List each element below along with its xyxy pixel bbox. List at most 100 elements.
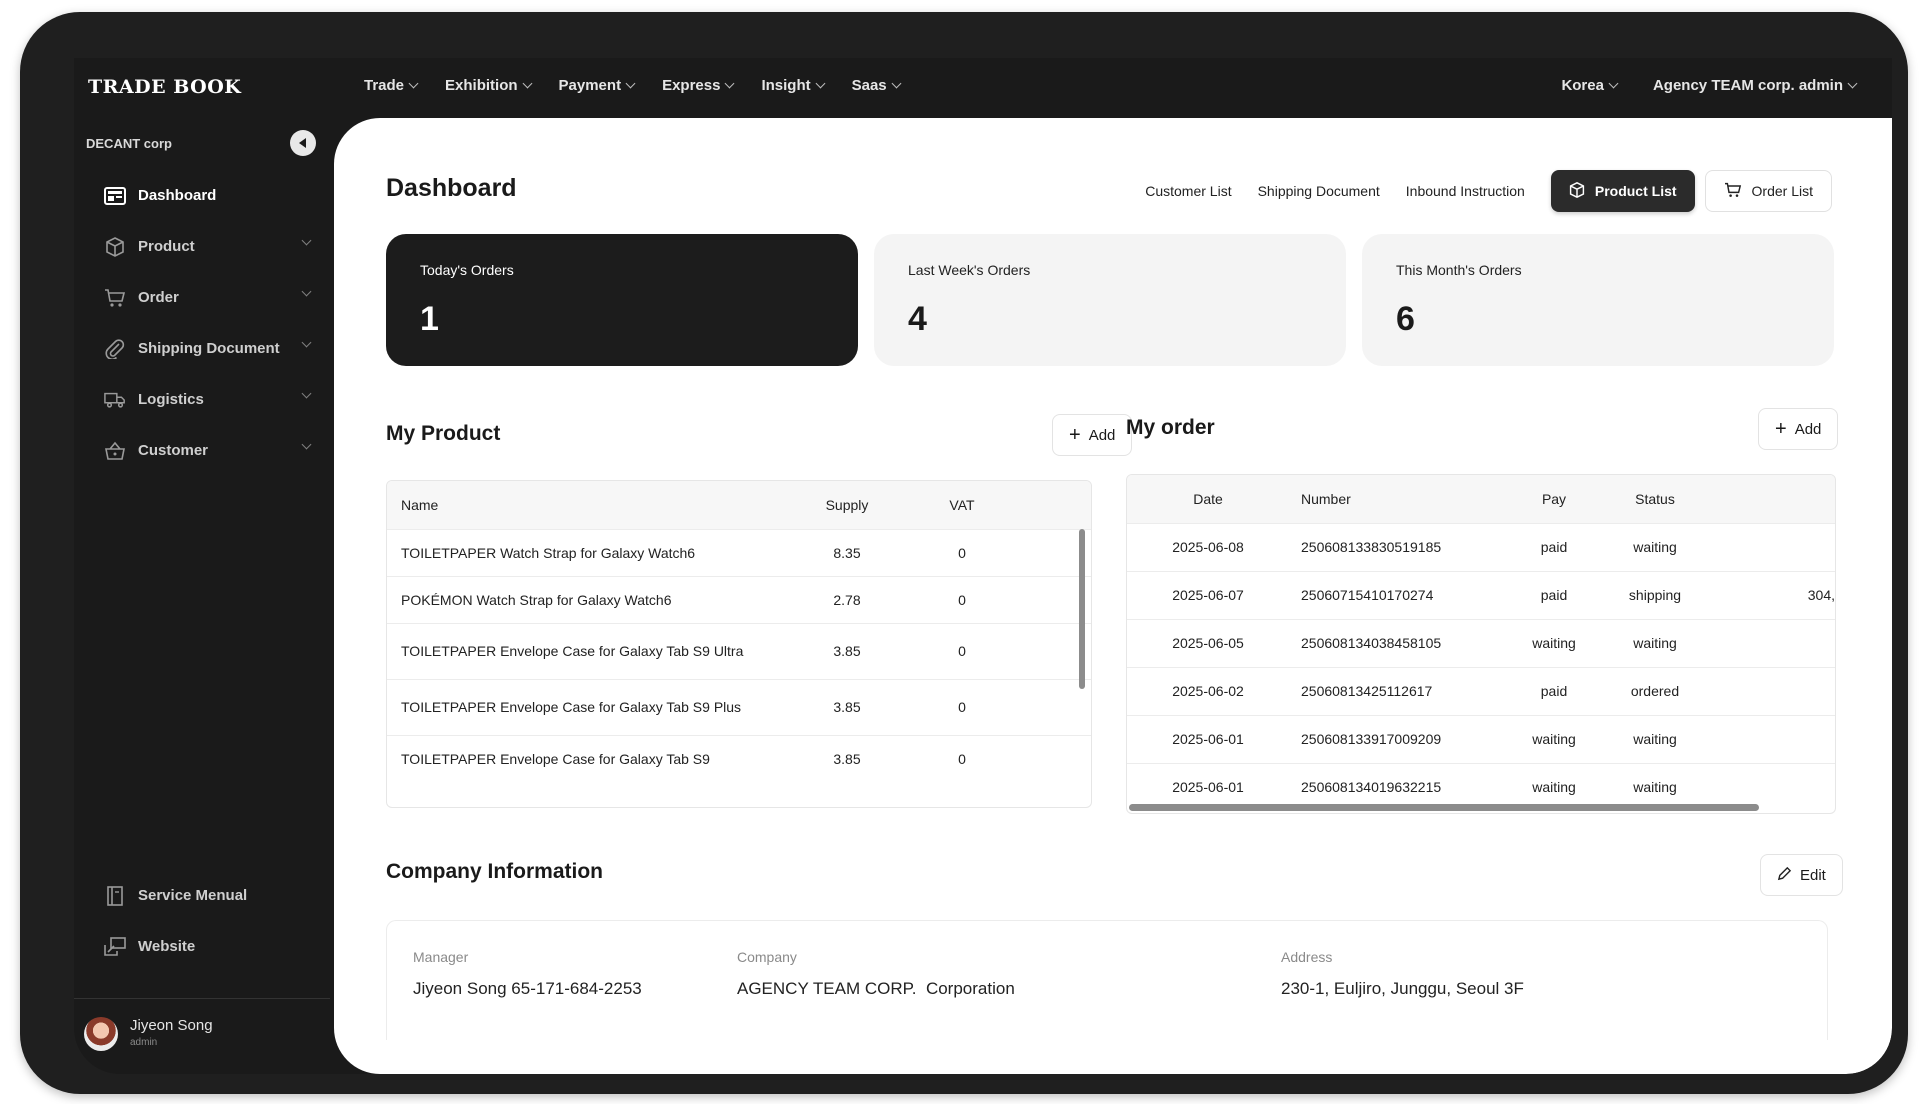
column-header-pay[interactable]: Pay	[1511, 475, 1597, 523]
address-field: Address 230-1, Euljiro, Junggu, Seoul 3F	[1281, 949, 1524, 999]
link-customer-list[interactable]: Customer List	[1145, 183, 1231, 199]
number-cell: 25060813425112617	[1289, 666, 1511, 715]
extra-cell: 304,	[1713, 570, 1835, 619]
status-cell: waiting	[1597, 618, 1713, 667]
sidebar-item-shipping-document[interactable]: Shipping Document	[92, 323, 322, 374]
product-name-cell: POKÉMON Watch Strap for Galaxy Watch6	[387, 575, 787, 623]
horizontal-scrollbar[interactable]	[1129, 804, 1759, 811]
table-row[interactable]: TOILETPAPER Envelope Case for Galaxy Tab…	[387, 734, 1091, 782]
stat-label: This Month's Orders	[1396, 262, 1522, 278]
account-menu[interactable]: Agency TEAM corp. admin	[1652, 77, 1858, 94]
number-cell: 250608134038458105	[1289, 618, 1511, 667]
company-info-title: Company Information	[386, 860, 604, 883]
my-order-title: My order	[1126, 416, 1215, 439]
sidebar-item-label: Service Menual	[138, 887, 248, 904]
website-icon	[104, 936, 126, 958]
chevron-down-icon	[1847, 78, 1858, 89]
order-list-button[interactable]: Order List	[1704, 170, 1832, 212]
sidebar-item-label: Logistics	[138, 391, 204, 408]
product-list-button[interactable]: Product List	[1550, 170, 1695, 212]
pay-cell: waiting	[1511, 714, 1597, 763]
date-cell: 2025-06-05	[1127, 618, 1289, 667]
address-value: 230-1, Euljiro, Junggu, Seoul 3F	[1281, 979, 1524, 998]
region-selector[interactable]: Korea	[1561, 77, 1619, 94]
nav-trade[interactable]: Trade	[364, 77, 419, 94]
column-header-supply[interactable]: Supply	[787, 481, 907, 529]
sidebar-item-product[interactable]: Product	[92, 221, 322, 272]
link-inbound-instruction[interactable]: Inbound Instruction	[1406, 183, 1525, 199]
order-table: Date Number Pay Status 2025-06-08 250608…	[1126, 474, 1836, 814]
date-cell: 2025-06-07	[1127, 570, 1289, 619]
date-cell: 2025-06-01	[1127, 714, 1289, 763]
sidebar-collapse-button[interactable]	[290, 130, 316, 156]
sidebar-item-order[interactable]: Order	[92, 272, 322, 323]
column-header-number[interactable]: Number	[1289, 475, 1511, 523]
column-header-status[interactable]: Status	[1597, 475, 1713, 523]
button-label: Edit	[1800, 866, 1826, 884]
add-product-button[interactable]: + Add	[1052, 414, 1133, 456]
sidebar-bottom-menu: Service Menual Website	[92, 870, 322, 972]
sidebar-item-label: Website	[138, 938, 196, 955]
sidebar-item-dashboard[interactable]: Dashboard	[92, 170, 322, 221]
region-label: Korea	[1561, 77, 1604, 94]
user-profile[interactable]: Jiyeon Song admin	[74, 998, 330, 1074]
account-label: Agency TEAM corp. admin	[1652, 77, 1843, 94]
table-row[interactable]: POKÉMON Watch Strap for Galaxy Watch6 2.…	[387, 575, 1091, 623]
extra-cell	[1713, 666, 1835, 715]
table-row[interactable]: TOILETPAPER Envelope Case for Galaxy Tab…	[387, 678, 1091, 735]
company-value: AGENCY TEAM CORP. Corporation	[737, 979, 1015, 998]
box-icon	[104, 236, 126, 258]
app-screen: TRADE BOOK Trade Exhibition Payment Expr…	[74, 58, 1892, 1074]
company-label: Company	[737, 949, 797, 965]
org-name: DECANT corp	[86, 136, 172, 151]
stat-value: 1	[420, 300, 439, 338]
brand-logo[interactable]: TRADE BOOK	[88, 76, 241, 98]
edit-company-button[interactable]: Edit	[1760, 854, 1843, 896]
user-role: admin	[130, 1037, 158, 1048]
nav-label: Express	[662, 77, 721, 94]
supply-cell: 3.85	[787, 622, 907, 679]
nav-insight[interactable]: Insight	[761, 77, 826, 94]
address-label: Address	[1281, 949, 1333, 965]
nav-payment[interactable]: Payment	[559, 77, 636, 94]
nav-express[interactable]: Express	[662, 77, 735, 94]
button-label: Order List	[1751, 183, 1813, 199]
table-row[interactable]: 2025-06-01 250608133917009209 waiting wa…	[1127, 714, 1835, 763]
chevron-down-icon	[522, 78, 532, 89]
avatar	[84, 1017, 118, 1051]
sidebar-item-service-manual[interactable]: Service Menual	[92, 870, 322, 921]
manager-value: Jiyeon Song 65-171-684-2253	[413, 979, 642, 998]
supply-cell: 3.85	[787, 678, 907, 735]
table-row[interactable]: 2025-06-07 25060715410170274 paid shippi…	[1127, 570, 1835, 619]
sidebar-item-website[interactable]: Website	[92, 921, 322, 972]
sidebar-item-logistics[interactable]: Logistics	[92, 374, 322, 425]
top-nav-bar: TRADE BOOK Trade Exhibition Payment Expr…	[74, 58, 1892, 118]
table-header-row: Name Supply VAT	[387, 481, 1091, 529]
link-shipping-document[interactable]: Shipping Document	[1258, 183, 1380, 199]
nav-exhibition[interactable]: Exhibition	[445, 77, 532, 94]
status-cell: shipping	[1597, 570, 1713, 619]
chevron-down-icon	[891, 78, 902, 89]
manager-label: Manager	[413, 949, 469, 965]
column-header-name[interactable]: Name	[387, 481, 787, 529]
table-row[interactable]: 2025-06-02 25060813425112617 paid ordere…	[1127, 666, 1835, 715]
dashboard-icon	[104, 185, 126, 207]
truck-icon	[104, 389, 126, 411]
table-row[interactable]: TOILETPAPER Watch Strap for Galaxy Watch…	[387, 528, 1091, 576]
table-row[interactable]: 2025-06-08 250608133830519185 paid waiti…	[1127, 522, 1835, 571]
product-name-cell: TOILETPAPER Envelope Case for Galaxy Tab…	[387, 678, 787, 735]
column-header-vat[interactable]: VAT	[907, 481, 1017, 529]
nav-saas[interactable]: Saas	[852, 77, 902, 94]
vat-cell: 0	[907, 575, 1017, 623]
sidebar-item-customer[interactable]: Customer	[92, 425, 322, 476]
product-table: Name Supply VAT TOILETPAPER Watch Strap …	[386, 480, 1092, 808]
product-name-cell: TOILETPAPER Envelope Case for Galaxy Tab…	[387, 622, 787, 679]
vertical-scrollbar[interactable]	[1079, 529, 1085, 689]
add-order-button[interactable]: + Add	[1758, 408, 1839, 450]
paperclip-icon	[104, 338, 126, 360]
table-row[interactable]: 2025-06-05 250608134038458105 waiting wa…	[1127, 618, 1835, 667]
table-row[interactable]: TOILETPAPER Envelope Case for Galaxy Tab…	[387, 622, 1091, 679]
book-icon	[104, 885, 126, 907]
page-title: Dashboard	[386, 174, 517, 202]
column-header-date[interactable]: Date	[1127, 475, 1289, 523]
